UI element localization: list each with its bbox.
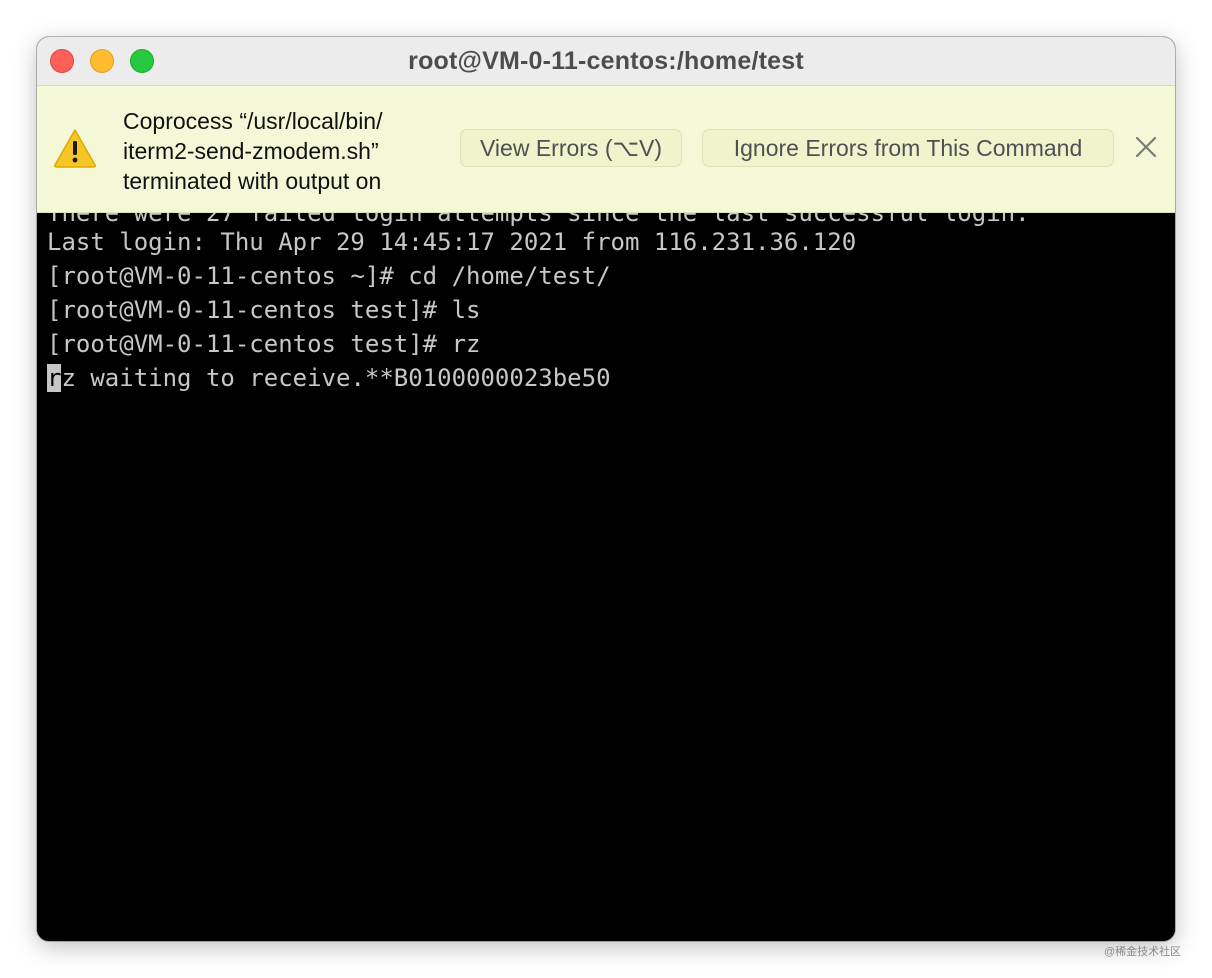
view-errors-button[interactable]: View Errors (⌥V) xyxy=(460,129,682,167)
banner-message-line: iterm2-send-zmodem.sh” xyxy=(123,138,379,164)
coprocess-error-banner: Coprocess “/usr/local/bin/ iterm2-send-z… xyxy=(37,86,1175,213)
terminal-window: root@VM-0-11-centos:/home/test Coprocess… xyxy=(37,37,1175,941)
watermark: @稀金技术社区 xyxy=(1104,946,1182,958)
terminal-line: [root@VM-0-11-centos test]# ls xyxy=(47,296,481,324)
window-title: root@VM-0-11-centos:/home/test xyxy=(408,47,804,75)
banner-message: Coprocess “/usr/local/bin/ iterm2-send-z… xyxy=(123,106,443,196)
banner-message-line: Coprocess “/usr/local/bin/ xyxy=(123,108,383,134)
ignore-errors-button[interactable]: Ignore Errors from This Command xyxy=(702,129,1114,167)
warning-triangle-icon xyxy=(54,129,96,168)
terminal-line: Last login: Thu Apr 29 14:45:17 2021 fro… xyxy=(47,228,857,256)
terminal-line: [root@VM-0-11-centos test]# rz xyxy=(47,330,481,358)
terminal-line-text: z waiting to receive.**B0100000023be50 xyxy=(61,364,611,392)
terminal-line: [root@VM-0-11-centos ~]# cd /home/test/ xyxy=(47,262,611,290)
title-bar[interactable]: root@VM-0-11-centos:/home/test xyxy=(37,37,1175,86)
terminal-line: rz waiting to receive.**B0100000023be50 xyxy=(47,361,611,395)
close-icon[interactable] xyxy=(1134,135,1158,159)
terminal-output[interactable]: There were 27 failed login attempts sinc… xyxy=(37,213,1175,941)
banner-message-line: terminated with output on xyxy=(123,168,382,194)
terminal-cursor: r xyxy=(47,364,62,392)
